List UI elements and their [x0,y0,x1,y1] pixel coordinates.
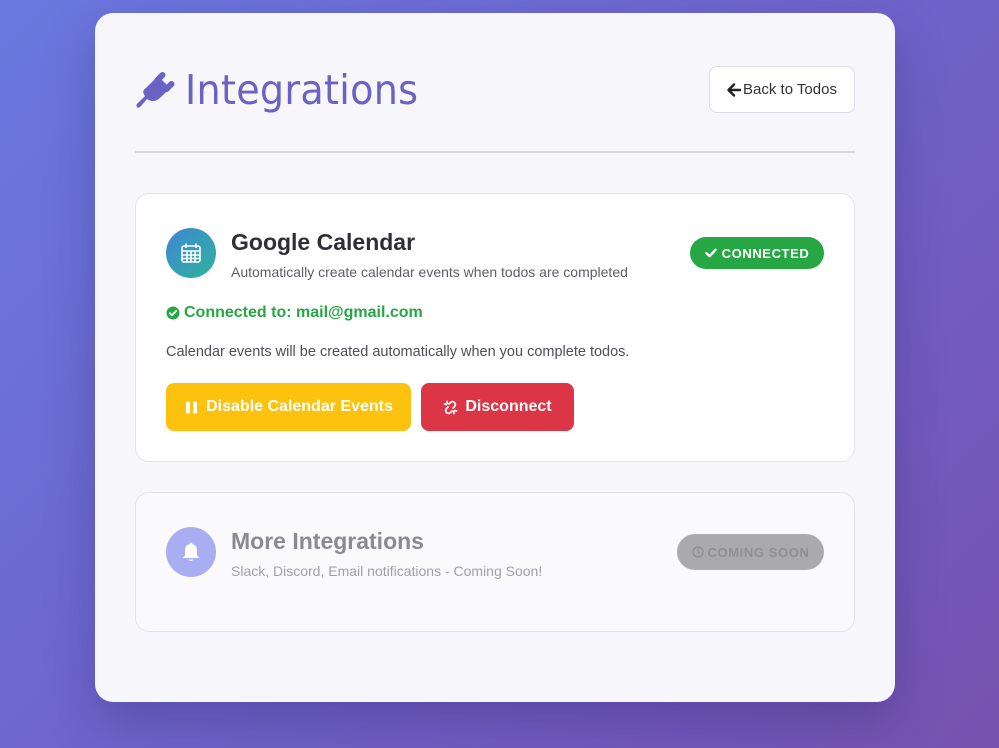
disable-button-label: Disable Calendar Events [206,398,393,415]
calendar-info-text: Calendar events will be created automati… [166,344,630,360]
integration-description: Automatically create calendar events whe… [231,264,628,280]
bell-icon [182,542,200,561]
back-button-label: Back to Todos [743,81,837,98]
calendar-avatar [166,228,216,278]
page-header: Integrations Back to Todos [135,66,855,126]
integration-description: Slack, Discord, Email notifications - Co… [231,563,543,579]
unlink-icon [444,400,458,414]
header-divider [135,151,855,153]
page-title: Integrations [185,66,419,114]
connected-status-badge: CONNECTED [690,237,824,269]
clock-icon [691,546,704,558]
integration-name: Google Calendar [231,229,416,255]
disconnect-button[interactable]: Disconnect [421,383,574,431]
check-circle-icon [166,306,180,320]
pause-icon [186,401,198,413]
connected-account-text: Connected to: mail@gmail.com [184,304,423,321]
status-label: COMING SOON [707,544,810,560]
bell-avatar [166,527,216,577]
arrow-left-icon [727,82,742,97]
more-integrations-card: More Integrations Slack, Discord, Email … [135,492,855,632]
connected-account: Connected to: mail@gmail.com [166,304,423,322]
status-label: CONNECTED [721,245,810,261]
disconnect-button-label: Disconnect [465,398,552,415]
disable-calendar-events-button[interactable]: Disable Calendar Events [166,383,411,431]
calendar-icon [181,243,201,263]
plug-icon [136,72,175,108]
integration-name: More Integrations [231,528,424,554]
back-to-todos-button[interactable]: Back to Todos [709,66,855,113]
integrations-panel: Integrations Back to Todos Google Calend… [95,13,895,702]
coming-soon-badge: COMING SOON [677,534,824,570]
google-calendar-card: Google Calendar Automatically create cal… [135,193,855,462]
check-icon [704,248,717,258]
